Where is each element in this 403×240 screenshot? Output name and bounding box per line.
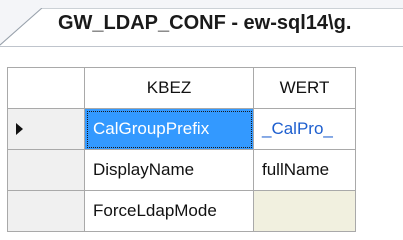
wert-cell[interactable]: _CalPro_ (253, 108, 356, 150)
cell-value: DisplayName (93, 160, 195, 179)
column-header-kbez[interactable]: KBEZ (84, 67, 254, 109)
cell-value: CalGroupPrefix (93, 119, 210, 138)
kbez-cell[interactable]: CalGroupPrefix (84, 108, 254, 150)
results-grid-panel: KBEZ WERT CalGroupPrefix _CalPro_ Displa… (0, 58, 403, 240)
tab-title: GW_LDAP_CONF - ew-sql14\g. (58, 12, 352, 34)
corner-header-cell[interactable] (7, 67, 85, 109)
results-grid: KBEZ WERT CalGroupPrefix _CalPro_ Displa… (7, 67, 356, 232)
wert-cell-empty[interactable] (253, 190, 356, 232)
cell-value: ForceLdapMode (93, 201, 217, 220)
column-header-label: WERT (279, 78, 330, 97)
cell-value: _CalPro_ (262, 119, 333, 138)
kbez-cell[interactable]: DisplayName (84, 149, 254, 191)
table-row[interactable]: CalGroupPrefix _CalPro_ (7, 108, 356, 150)
row-header-cell[interactable] (7, 149, 85, 191)
grid-header-row: KBEZ WERT (7, 67, 356, 109)
table-row[interactable]: DisplayName fullName (7, 149, 356, 191)
row-header-cell[interactable] (7, 190, 85, 232)
cell-value: fullName (262, 160, 330, 179)
row-header-cell[interactable] (7, 108, 85, 150)
row-pointer-icon (16, 123, 23, 135)
table-row[interactable]: ForceLdapMode (7, 190, 356, 232)
column-header-label: KBEZ (146, 78, 192, 97)
document-tab[interactable]: GW_LDAP_CONF - ew-sql14\g. (0, 8, 403, 46)
wert-cell[interactable]: fullName (253, 149, 356, 191)
tab-strip: GW_LDAP_CONF - ew-sql14\g. (0, 0, 403, 46)
column-header-wert[interactable]: WERT (253, 67, 356, 109)
kbez-cell[interactable]: ForceLdapMode (84, 190, 254, 232)
